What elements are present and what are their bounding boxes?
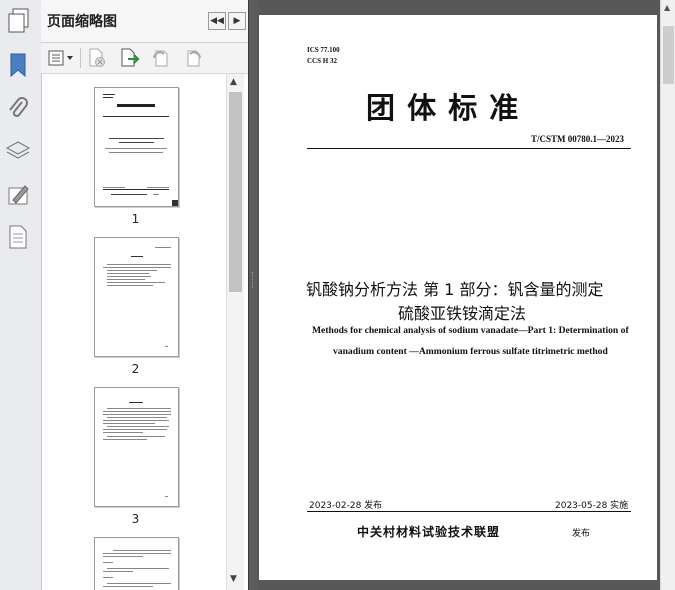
page-thumbnail-3[interactable] bbox=[94, 387, 179, 507]
double-chevron-left-icon: ◀◀ bbox=[210, 16, 224, 26]
delete-page-icon[interactable] bbox=[87, 48, 107, 68]
ics-code: ICS 77.100 bbox=[307, 46, 340, 54]
thumbnail-page-number: 2 bbox=[131, 362, 140, 376]
options-menu-icon[interactable] bbox=[47, 48, 75, 68]
ccs-code: CCS H 32 bbox=[307, 57, 337, 65]
page-thumbnail-2[interactable] bbox=[94, 237, 179, 357]
toolbar-divider bbox=[80, 48, 81, 68]
publisher: 中关村材料试验技术联盟 bbox=[357, 525, 501, 539]
implement-date: 2023-05-28 实施 bbox=[555, 501, 629, 511]
thumbnail-toolbar bbox=[41, 43, 248, 74]
document-scrollbar[interactable]: ▲ bbox=[660, 0, 675, 590]
thumbnail-scrollbar[interactable]: ▲ ▼ bbox=[226, 74, 244, 590]
thumbnail-list: 1 2 3 bbox=[41, 74, 232, 590]
document-icon[interactable] bbox=[7, 224, 29, 249]
title-cn-line2: 硫酸亚铁铵滴定法 bbox=[398, 304, 527, 323]
title-en-line2: vanadium content —Ammonium ferrous sulfa… bbox=[333, 346, 608, 357]
page-thumbnail-1[interactable] bbox=[94, 87, 179, 207]
header-rule bbox=[307, 148, 631, 149]
release-date: 2023-02-28 发布 bbox=[309, 501, 383, 511]
scrollbar-thumb[interactable] bbox=[663, 26, 674, 84]
standard-number: T/CSTM 00780.1—2023 bbox=[531, 134, 625, 144]
scroll-down-icon[interactable]: ▼ bbox=[230, 574, 237, 584]
title-cn-line1: 钒酸钠分析方法 第 1 部分：钒含量的测定 bbox=[306, 280, 604, 299]
pages-icon[interactable] bbox=[7, 8, 29, 33]
navigation-rail bbox=[0, 0, 42, 590]
rotate-cw-icon[interactable] bbox=[183, 48, 203, 68]
thumbnail-page-number: 1 bbox=[131, 212, 140, 226]
scroll-up-icon[interactable]: ▲ bbox=[664, 3, 670, 12]
collapse-panel-button[interactable]: ◀◀ bbox=[208, 12, 226, 30]
insert-page-icon[interactable] bbox=[119, 48, 140, 68]
scroll-up-icon[interactable]: ▲ bbox=[230, 77, 237, 87]
scrollbar-thumb[interactable] bbox=[229, 92, 242, 292]
attachment-icon[interactable] bbox=[7, 96, 29, 120]
chevron-right-icon: ▶ bbox=[233, 16, 241, 26]
page-thumbnail-4[interactable] bbox=[94, 537, 179, 590]
publish-label: 发布 bbox=[572, 529, 591, 539]
thumbnails-panel: 页面缩略图 ◀◀ ▶ 1 2 3 ▲ ▼ bbox=[41, 0, 248, 590]
splitter-grip-icon bbox=[252, 272, 255, 288]
panel-header: 页面缩略图 ◀◀ ▶ bbox=[41, 0, 248, 43]
footer-rule bbox=[307, 511, 631, 512]
thumbnail-page-number: 3 bbox=[131, 512, 140, 526]
panel-title: 页面缩略图 bbox=[47, 14, 117, 30]
bookmark-icon[interactable] bbox=[7, 52, 29, 78]
layers-icon[interactable] bbox=[5, 138, 31, 162]
expand-panel-button[interactable]: ▶ bbox=[228, 12, 246, 30]
document-page: ICS 77.100 CCS H 32 团 体 标 准 T/CSTM 00780… bbox=[259, 15, 657, 580]
title-en-line1: Methods for chemical analysis of sodium … bbox=[312, 325, 629, 336]
standard-heading: 团 体 标 准 bbox=[366, 91, 520, 125]
signature-icon[interactable] bbox=[7, 182, 29, 206]
rotate-ccw-icon[interactable] bbox=[151, 48, 171, 68]
